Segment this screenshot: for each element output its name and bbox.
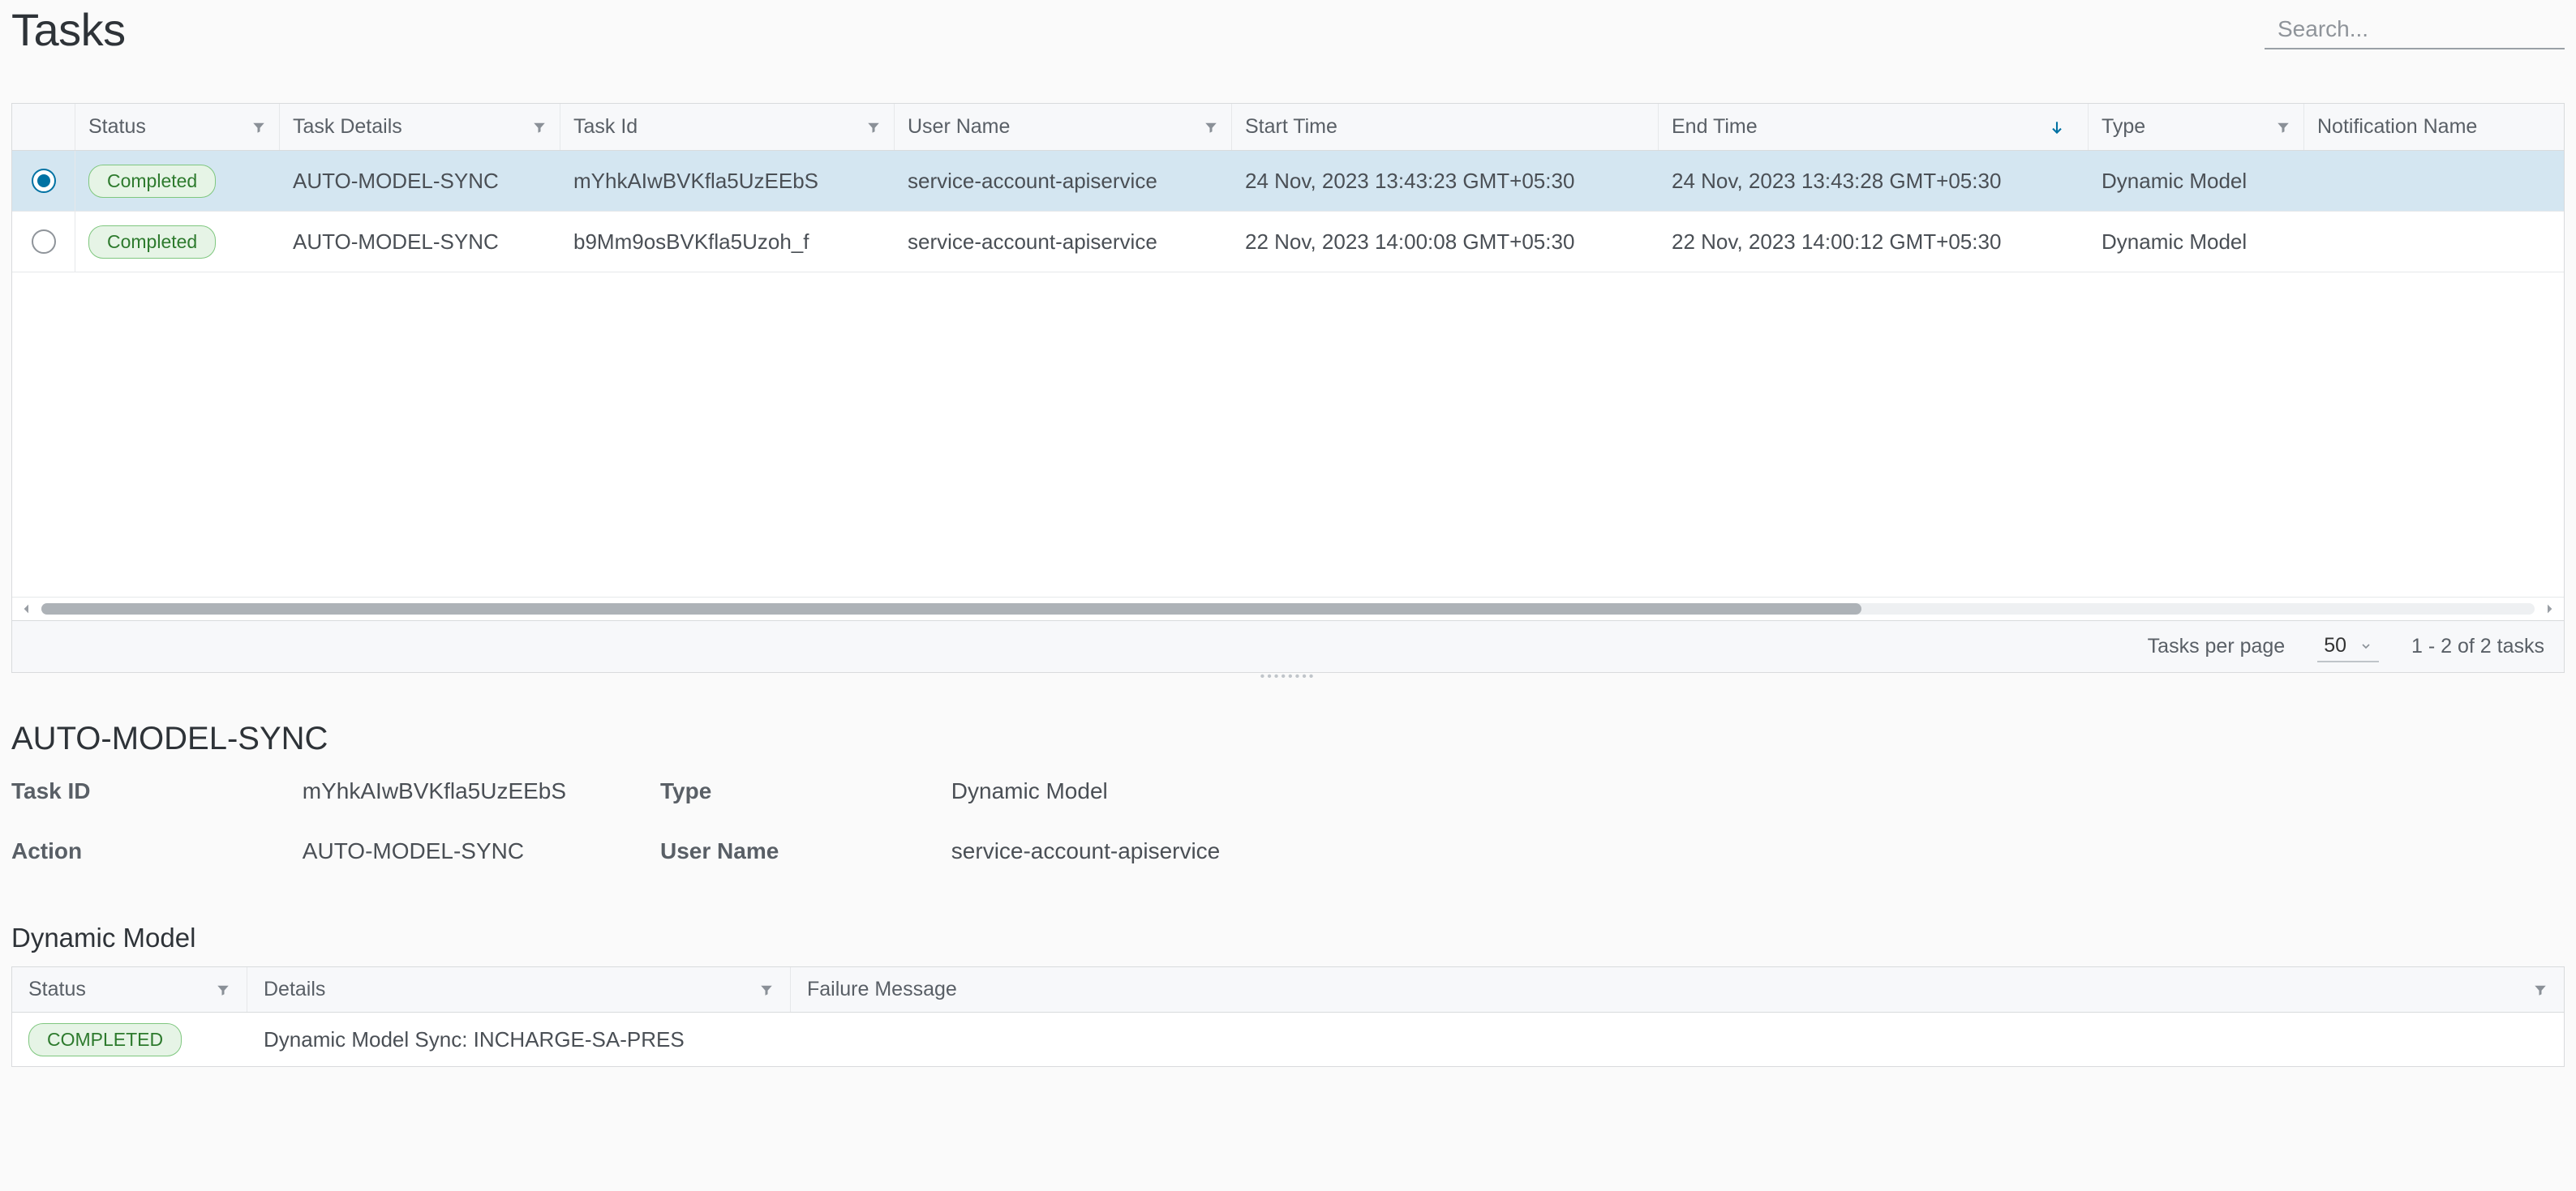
row-radio[interactable] xyxy=(32,229,56,254)
row-radio[interactable] xyxy=(32,169,56,193)
column-header-start-time[interactable]: Start Time xyxy=(1232,104,1659,150)
subgrid-header: Status Details Failure Message xyxy=(12,967,2564,1013)
sub-column-header-details[interactable]: Details xyxy=(247,967,791,1012)
cell-notification xyxy=(2304,151,2564,211)
column-header-user-name[interactable]: User Name xyxy=(895,104,1232,150)
column-header-status[interactable]: Status xyxy=(75,104,280,150)
cell-task-details: AUTO-MODEL-SYNC xyxy=(280,212,560,272)
tasks-per-page-label: Tasks per page xyxy=(2148,635,2286,658)
cell-notification xyxy=(2304,212,2564,272)
cell-task-id: mYhkAIwBVKfla5UzEEbS xyxy=(560,151,895,211)
cell-end-time: 22 Nov, 2023 14:00:12 GMT+05:30 xyxy=(1659,212,2089,272)
detail-title: AUTO-MODEL-SYNC xyxy=(11,721,2565,757)
kv-label: User Name xyxy=(660,838,951,864)
column-header-end-time[interactable]: End Time xyxy=(1659,104,2089,150)
table-row[interactable]: Completed AUTO-MODEL-SYNC b9Mm9osBVKfla5… xyxy=(12,212,2564,272)
cell-start-time: 22 Nov, 2023 14:00:08 GMT+05:30 xyxy=(1232,212,1659,272)
column-label: Type xyxy=(2102,115,2276,139)
tasks-range-text: 1 - 2 of 2 tasks xyxy=(2411,635,2544,658)
status-badge: COMPLETED xyxy=(28,1023,182,1056)
kv-value: Dynamic Model xyxy=(951,778,1108,804)
filter-icon[interactable] xyxy=(216,983,230,997)
column-label: Task Id xyxy=(573,115,866,139)
kv-user-name: User Name service-account-apiservice xyxy=(660,838,1293,864)
datagrid-header: Status Task Details Task Id User Name St… xyxy=(12,104,2564,151)
kv-label: Type xyxy=(660,778,951,804)
kv-action: Action AUTO-MODEL-SYNC xyxy=(11,838,644,864)
cell-task-id: b9Mm9osBVKfla5Uzoh_f xyxy=(560,212,895,272)
search-box[interactable] xyxy=(2265,11,2565,49)
kv-label: Task ID xyxy=(11,778,303,804)
column-header-notification-name[interactable]: Notification Name xyxy=(2304,104,2564,150)
column-label: Failure Message xyxy=(807,978,2533,1001)
kv-value: mYhkAIwBVKfla5UzEEbS xyxy=(303,778,566,804)
cell-user-name: service-account-apiservice xyxy=(895,212,1232,272)
chevron-down-icon xyxy=(2359,640,2372,653)
column-label: Notification Name xyxy=(2317,115,2551,139)
cell-task-details: AUTO-MODEL-SYNC xyxy=(280,151,560,211)
kv-task-id: Task ID mYhkAIwBVKfla5UzEEbS xyxy=(11,778,644,804)
cell-user-name: service-account-apiservice xyxy=(895,151,1232,211)
column-label: Start Time xyxy=(1245,115,1645,139)
column-header-type[interactable]: Type xyxy=(2089,104,2304,150)
column-header-task-details[interactable]: Task Details xyxy=(280,104,560,150)
panel-splitter[interactable]: •••••••• xyxy=(11,672,2565,682)
scroll-thumb[interactable] xyxy=(41,603,1861,615)
cell-type: Dynamic Model xyxy=(2089,151,2304,211)
scroll-left-icon[interactable] xyxy=(20,602,33,615)
column-label: User Name xyxy=(908,115,1204,139)
column-header-select xyxy=(12,104,75,150)
subgrid-row[interactable]: COMPLETED Dynamic Model Sync: INCHARGE-S… xyxy=(12,1013,2564,1066)
scroll-right-icon[interactable] xyxy=(2543,602,2556,615)
filter-icon[interactable] xyxy=(532,120,547,135)
tasks-datagrid: Status Task Details Task Id User Name St… xyxy=(11,103,2565,673)
tasks-per-page-value: 50 xyxy=(2324,634,2346,658)
tasks-per-page-select[interactable]: 50 xyxy=(2317,631,2379,662)
filter-icon[interactable] xyxy=(2276,120,2290,135)
scroll-track[interactable] xyxy=(41,603,2535,615)
search-input[interactable] xyxy=(2276,15,2572,43)
sort-down-icon[interactable] xyxy=(2049,119,2065,135)
filter-icon[interactable] xyxy=(866,120,881,135)
column-label: Status xyxy=(88,115,251,139)
kv-label: Action xyxy=(11,838,303,864)
status-badge: Completed xyxy=(88,165,216,198)
column-label: Details xyxy=(264,978,759,1001)
filter-icon[interactable] xyxy=(759,983,774,997)
kv-value: AUTO-MODEL-SYNC xyxy=(303,838,524,864)
sub-cell-failure xyxy=(791,1013,2564,1066)
column-header-task-id[interactable]: Task Id xyxy=(560,104,895,150)
column-label: End Time xyxy=(1672,115,2049,139)
kv-value: service-account-apiservice xyxy=(951,838,1220,864)
detail-sub-title: Dynamic Model xyxy=(11,923,2565,953)
filter-icon[interactable] xyxy=(2533,983,2548,997)
table-row[interactable]: Completed AUTO-MODEL-SYNC mYhkAIwBVKfla5… xyxy=(12,151,2564,212)
status-badge: Completed xyxy=(88,225,216,259)
sub-column-header-failure[interactable]: Failure Message xyxy=(791,967,2564,1012)
detail-key-values: Task ID mYhkAIwBVKfla5UzEEbS Type Dynami… xyxy=(11,778,2565,864)
horizontal-scrollbar[interactable] xyxy=(12,597,2564,620)
filter-icon[interactable] xyxy=(1204,120,1218,135)
datagrid-footer: Tasks per page 50 1 - 2 of 2 tasks xyxy=(12,620,2564,672)
datagrid-body: Completed AUTO-MODEL-SYNC mYhkAIwBVKfla5… xyxy=(12,151,2564,597)
filter-icon[interactable] xyxy=(251,120,266,135)
column-label: Task Details xyxy=(293,115,532,139)
column-label: Status xyxy=(28,978,216,1001)
page-title: Tasks xyxy=(11,3,126,56)
cell-end-time: 24 Nov, 2023 13:43:28 GMT+05:30 xyxy=(1659,151,2089,211)
sub-cell-details: Dynamic Model Sync: INCHARGE-SA-PRES xyxy=(247,1013,791,1066)
detail-subgrid: Status Details Failure Message COMPLETED… xyxy=(11,966,2565,1067)
cell-type: Dynamic Model xyxy=(2089,212,2304,272)
kv-type: Type Dynamic Model xyxy=(660,778,1293,804)
sub-column-header-status[interactable]: Status xyxy=(12,967,247,1012)
cell-start-time: 24 Nov, 2023 13:43:23 GMT+05:30 xyxy=(1232,151,1659,211)
